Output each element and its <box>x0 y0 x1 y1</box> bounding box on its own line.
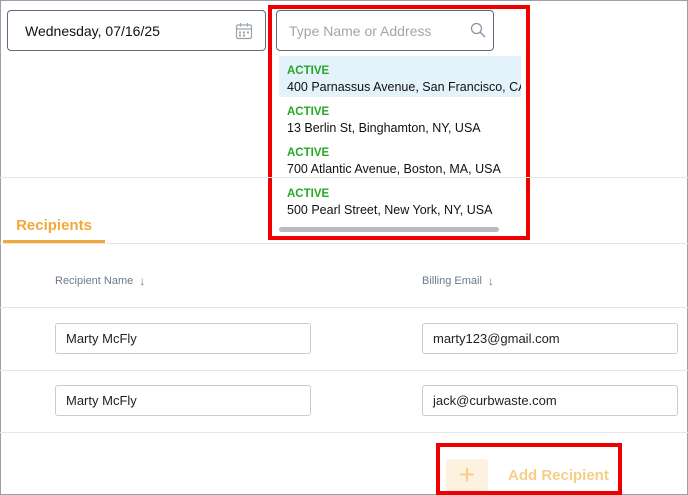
horizontal-scrollbar[interactable] <box>279 227 499 232</box>
tab-label: Recipients <box>16 217 92 234</box>
add-recipient-button[interactable]: + Add Recipient <box>446 458 618 492</box>
address-text: 400 Parnassus Avenue, San Francisco, CA, <box>287 80 521 94</box>
row-divider <box>0 307 688 308</box>
address-text: 13 Berlin St, Binghamton, NY, USA <box>287 121 481 135</box>
status-label: ACTIVE <box>287 65 330 77</box>
calendar-icon[interactable] <box>235 22 253 40</box>
tab-recipients[interactable]: Recipients <box>3 208 105 243</box>
status-label: ACTIVE <box>287 106 330 118</box>
sort-arrow-icon[interactable]: ↓ <box>488 274 494 288</box>
recipient-name-field[interactable]: Marty McFly <box>55 323 311 354</box>
recipient-name-field[interactable]: Marty McFly <box>55 385 311 416</box>
status-label: ACTIVE <box>287 188 330 200</box>
row-divider <box>0 370 688 371</box>
search-input[interactable] <box>276 10 494 51</box>
field-value: marty123@gmail.com <box>433 331 560 346</box>
dropdown-item[interactable]: ACTIVE 13 Berlin St, Binghamton, NY, USA <box>279 97 521 138</box>
address-search <box>276 10 494 51</box>
dropdown-item[interactable]: ACTIVE 400 Parnassus Avenue, San Francis… <box>279 56 521 97</box>
column-label: Recipient Name <box>55 275 134 287</box>
sort-arrow-icon[interactable]: ↓ <box>139 274 145 288</box>
address-dropdown: ACTIVE 400 Parnassus Avenue, San Francis… <box>279 56 521 234</box>
date-value: Wednesday, 07/16/25 <box>25 22 160 39</box>
address-text: 700 Atlantic Avenue, Boston, MA, USA <box>287 162 501 176</box>
field-value: Marty McFly <box>66 393 137 408</box>
plus-icon: + <box>446 459 488 491</box>
row-divider <box>0 432 688 433</box>
search-icon[interactable] <box>470 22 486 38</box>
address-text: 500 Pearl Street, New York, NY, USA <box>287 203 493 217</box>
status-label: ACTIVE <box>287 147 330 159</box>
field-value: jack@curbwaste.com <box>433 393 557 408</box>
tab-divider <box>0 243 688 244</box>
column-header-recipient-name[interactable]: Recipient Name ↓ <box>55 274 145 288</box>
billing-email-field[interactable]: jack@curbwaste.com <box>422 385 678 416</box>
column-header-billing-email[interactable]: Billing Email ↓ <box>422 274 494 288</box>
section-divider <box>0 177 688 178</box>
column-label: Billing Email <box>422 275 482 287</box>
dropdown-item[interactable]: ACTIVE 700 Atlantic Avenue, Boston, MA, … <box>279 138 521 179</box>
dropdown-item[interactable]: ACTIVE 500 Pearl Street, New York, NY, U… <box>279 179 521 220</box>
field-value: Marty McFly <box>66 331 137 346</box>
date-field[interactable]: Wednesday, 07/16/25 <box>7 10 266 51</box>
billing-email-field[interactable]: marty123@gmail.com <box>422 323 678 354</box>
add-recipient-label: Add Recipient <box>508 466 609 484</box>
